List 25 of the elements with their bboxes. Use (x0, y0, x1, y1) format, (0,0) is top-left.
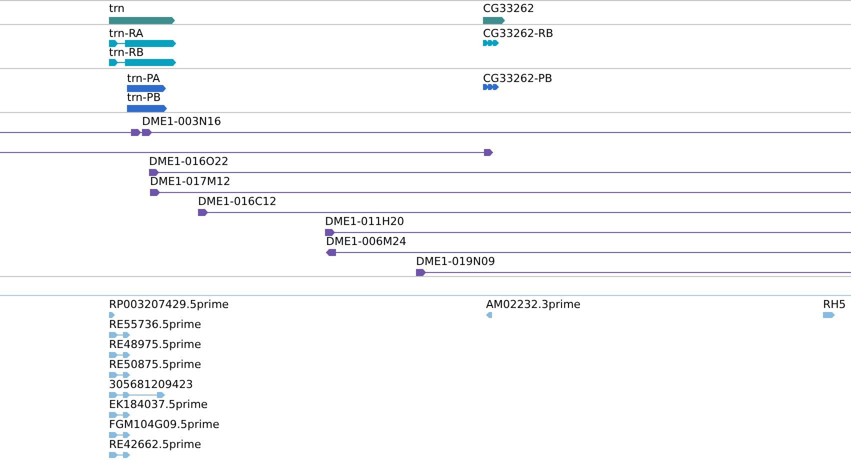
feature-label: RE48975.5prime (109, 338, 202, 351)
feature-label: DME1-011H20 (325, 215, 404, 228)
feature-label: RE42662.5prime (109, 438, 202, 451)
feature-label: FGM104G09.5prime (109, 418, 220, 431)
feature-label: trn-RB (109, 46, 144, 59)
feature-label: RE55736.5prime (109, 318, 202, 331)
feature-label: trn (109, 2, 125, 15)
feature-label: DME1-016C12 (198, 195, 277, 208)
feature-label: DME1-006M24 (326, 235, 406, 248)
feature-label: DME1-017M12 (150, 175, 230, 188)
feature-label: DME1-003N16 (142, 115, 222, 128)
feature-label: trn-PA (127, 72, 160, 85)
feature-label: DME1-019N09 (416, 255, 496, 268)
feature-label: CG33262-RB (483, 27, 554, 40)
feature-label: DME1-016O22 (149, 155, 229, 168)
feature-label: CG33262-PB (483, 72, 552, 85)
feature-label: 305681209423 (109, 378, 193, 391)
feature-label: RE50875.5prime (109, 358, 202, 371)
feature-label: RP003207429.5prime (109, 298, 229, 311)
feature-label: AM02232.3prime (486, 298, 581, 311)
feature-label: CG33262 (483, 2, 534, 15)
feature-label: RH5 (823, 298, 846, 311)
feature-label: EK184037.5prime (109, 398, 208, 411)
feature-label: trn-RA (109, 27, 144, 40)
feature-label: trn-PB (127, 91, 161, 104)
